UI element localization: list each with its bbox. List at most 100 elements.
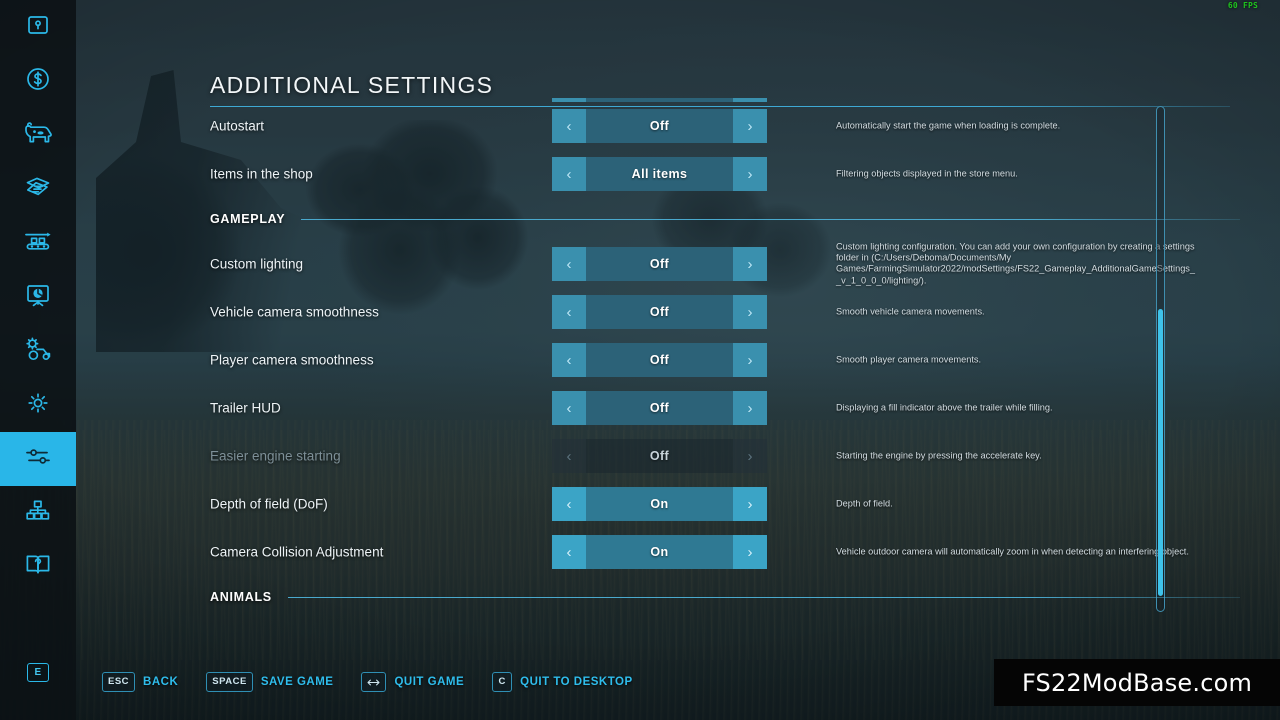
watermark: FS22ModBase.com (994, 659, 1280, 706)
option-value[interactable]: On (586, 535, 733, 569)
setting-row: Camera Collision Adjustment ‹ On › Vehicle o… (186, 528, 1256, 576)
option-value[interactable]: Off (586, 343, 733, 377)
gear-icon (24, 389, 52, 422)
sidebar-item-production[interactable] (0, 216, 76, 270)
setting-row: Trailer HUD ‹ Off › Displaying a fill indica… (186, 384, 1256, 432)
option-value[interactable]: All items (586, 157, 733, 191)
scrollbar-thumb[interactable] (1158, 308, 1163, 596)
section-label: ANIMALS (210, 590, 272, 604)
help-label: BACK (143, 676, 179, 688)
option-next-arrow[interactable]: › (733, 391, 767, 425)
option-control-trailer-hud[interactable]: ‹ Off › (552, 391, 767, 425)
help-book-icon (23, 551, 53, 584)
setting-label: Player camera smoothness (210, 352, 374, 368)
setting-row: Easier engine starting ‹ Off › Starting the … (186, 432, 1256, 480)
option-value[interactable]: Off (586, 295, 733, 329)
option-prev-arrow[interactable]: ‹ (552, 295, 586, 329)
option-next-arrow[interactable]: › (733, 295, 767, 329)
help-key[interactable]: C (492, 672, 513, 692)
sidebar-item-vehicle-settings[interactable] (0, 324, 76, 378)
section-label: GAMEPLAY (210, 212, 286, 226)
option-next-arrow[interactable]: › (733, 487, 767, 521)
section-divider (288, 597, 1240, 598)
option-next-arrow[interactable]: › (733, 247, 767, 281)
dollar-coin-icon (24, 65, 52, 98)
option-prev-arrow[interactable]: ‹ (552, 157, 586, 191)
sidebar-item-contracts[interactable] (0, 162, 76, 216)
setting-description: Vehicle outdoor camera will automaticall… (836, 546, 1189, 557)
help-item[interactable]: QUIT GAME (361, 672, 464, 692)
settings-list-viewport: Autostart ‹ Off › Automatically start the ga… (186, 98, 1256, 614)
option-control-items-in-the-shop[interactable]: ‹ All items › (552, 157, 767, 191)
option-prev-arrow: ‹ (552, 439, 586, 473)
option-next-arrow: › (733, 439, 767, 473)
left-right-arrow-icon[interactable] (361, 672, 387, 692)
setting-row: Items in the shop ‹ All items › Filtering ob… (186, 150, 1256, 198)
settings-panel: ADDITIONAL SETTINGS Autostart ‹ Off › Automa… (76, 0, 1280, 720)
option-value[interactable]: Off (586, 247, 733, 281)
sidebar-item-statistics[interactable] (0, 270, 76, 324)
section-animals: ANIMALS (186, 576, 1256, 614)
option-prev-arrow[interactable]: ‹ (552, 487, 586, 521)
setting-description: Smooth vehicle camera movements. (836, 306, 985, 317)
option-control-vehicle-camera-smoothness[interactable]: ‹ Off › (552, 295, 767, 329)
sidebar-item-mod-hub[interactable] (0, 486, 76, 540)
section-gameplay: GAMEPLAY (186, 198, 1256, 240)
option-control-camera-collision-adjustment[interactable]: ‹ On › (552, 535, 767, 569)
sidebar-item-animals[interactable] (0, 108, 76, 162)
option-prev-arrow[interactable]: ‹ (552, 391, 586, 425)
watermark-text: FS22ModBase.com (1021, 668, 1253, 697)
sidebar-key-badge[interactable]: E (27, 663, 49, 682)
option-prev-arrow[interactable]: ‹ (552, 109, 586, 143)
sidebar-item-game-settings[interactable] (0, 378, 76, 432)
settings-scrollbar[interactable] (1156, 106, 1165, 612)
option-next-arrow[interactable]: › (733, 109, 767, 143)
documents-icon (23, 173, 53, 206)
option-next-arrow[interactable]: › (733, 535, 767, 569)
sliders-icon (23, 444, 53, 475)
option-prev-arrow[interactable]: ‹ (552, 535, 586, 569)
option-next-arrow[interactable]: › (733, 343, 767, 377)
setting-description: Custom lighting configuration. You can a… (836, 241, 1196, 286)
setting-label: Camera Collision Adjustment (210, 544, 384, 560)
setting-description: Starting the engine by pressing the acce… (836, 450, 1042, 461)
setting-label: Vehicle camera smoothness (210, 304, 379, 320)
game-screen: 60 FPS E ADDITIONAL SETTINGS Autostart ‹… (0, 0, 1280, 720)
fps-counter: 60 FPS (1227, 1, 1258, 10)
option-control-player-camera-smoothness[interactable]: ‹ Off › (552, 343, 767, 377)
option-control-autostart[interactable]: ‹ Off › (552, 109, 767, 143)
setting-description: Depth of field. (836, 498, 893, 509)
option-prev-arrow[interactable]: ‹ (552, 343, 586, 377)
setting-description: Automatically start the game when loadin… (836, 120, 1061, 131)
help-key[interactable]: ESC (102, 672, 136, 692)
help-item[interactable]: SPACE SAVE GAME (206, 672, 333, 692)
sidebar-item-general-settings[interactable] (0, 432, 76, 486)
option-value[interactable]: On (586, 487, 733, 521)
gear-tractor-icon (22, 335, 54, 368)
setting-row: Vehicle camera smoothness ‹ Off › Smooth veh… (186, 288, 1256, 336)
option-next-arrow[interactable]: › (733, 157, 767, 191)
option-control-depth-of-field[interactable]: ‹ On › (552, 487, 767, 521)
help-key[interactable]: SPACE (206, 672, 253, 692)
option-value[interactable]: Off (586, 109, 733, 143)
sidebar-bottom-hint: E (0, 663, 76, 682)
option-control-custom-lighting[interactable]: ‹ Off › (552, 247, 767, 281)
option-prev-arrow[interactable]: ‹ (552, 247, 586, 281)
help-item[interactable]: C QUIT TO DESKTOP (492, 672, 633, 692)
setting-label: Easier engine starting (210, 448, 341, 464)
settings-list: Autostart ‹ Off › Automatically start the ga… (186, 98, 1256, 614)
sidebar: E (0, 0, 76, 720)
setting-label: Autostart (210, 118, 265, 134)
help-item[interactable]: ESC BACK (102, 672, 178, 692)
page-title: ADDITIONAL SETTINGS (210, 72, 494, 98)
sidebar-item-map-overview[interactable] (0, 0, 76, 54)
sidebar-item-help[interactable] (0, 540, 76, 594)
sidebar-item-finances[interactable] (0, 54, 76, 108)
setting-label: Custom lighting (210, 256, 304, 272)
setting-row: Custom lighting ‹ Off › Custom lighting conf… (186, 240, 1256, 288)
option-value: Off (586, 439, 733, 473)
setting-row: Depth of field (DoF) ‹ On › Depth of field. (186, 480, 1256, 528)
setting-row: Autostart ‹ Off › Automatically start the ga… (186, 102, 1256, 150)
help-label: QUIT GAME (394, 676, 465, 688)
option-value[interactable]: Off (586, 391, 733, 425)
